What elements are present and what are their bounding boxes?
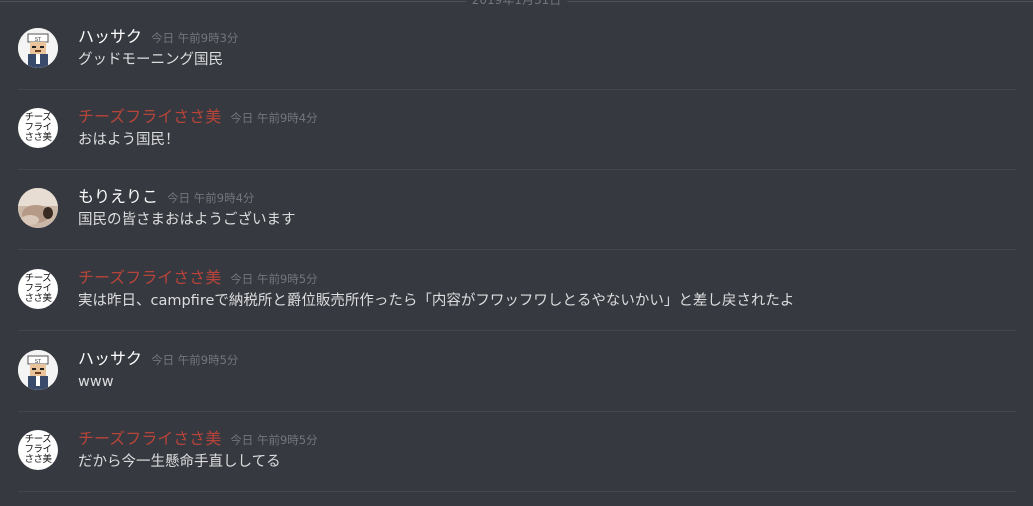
message-item: チーズ フライ ささ美 チーズフライささ美 今日 午前9時5分 だから今一生懸命…: [0, 412, 1016, 492]
text-avatar-icon: チーズ フライ ささ美: [18, 108, 58, 148]
username[interactable]: チーズフライささ美: [78, 429, 221, 448]
character-avatar-icon: ST: [18, 28, 58, 68]
message-item: チーズ フライ ささ美 チーズフライささ美 今日 午前9時4分 おはよう国民！: [0, 90, 1016, 170]
timestamp: 今日 午前9時3分: [151, 31, 239, 45]
message-separator: [18, 491, 1016, 492]
avatar[interactable]: チーズ フライ ささ美: [18, 430, 58, 470]
avatar[interactable]: ST: [18, 28, 58, 68]
timestamp: 今日 午前9時5分: [230, 433, 318, 447]
timestamp: 今日 午前9時5分: [151, 353, 239, 367]
username[interactable]: ハッサク: [78, 27, 142, 46]
message-content: だから今一生懸命手直ししてる: [78, 454, 281, 470]
character-avatar-icon: ST: [18, 350, 58, 390]
message-content: 国民の皆さまおはようございます: [78, 212, 296, 228]
message-item: ST ハッサク 今日 午前9時3分 グッドモーニング国民: [0, 10, 1016, 90]
message-content: グッドモーニング国民: [78, 52, 223, 68]
avatar-line: ささ美: [24, 454, 52, 465]
message-header: ハッサク 今日 午前9時3分: [78, 26, 238, 48]
date-divider: 2019年1月31日: [0, 0, 1033, 8]
message-header: チーズフライささ美 今日 午前9時5分: [78, 428, 318, 450]
text-avatar-icon: チーズ フライ ささ美: [18, 430, 58, 470]
avatar[interactable]: チーズ フライ ささ美: [18, 269, 58, 309]
divider-date: 2019年1月31日: [465, 0, 568, 8]
message-content: www: [78, 374, 114, 390]
message-header: チーズフライささ美 今日 午前9時4分: [78, 106, 318, 128]
message-item: チーズ フライ ささ美 チーズフライささ美 今日 午前9時5分 実は昨日、cam…: [0, 251, 1016, 331]
message-header: チーズフライささ美 今日 午前9時5分: [78, 267, 318, 289]
message-separator: [18, 249, 1016, 250]
message-item: ST ハッサク 今日 午前9時5分 www: [0, 332, 1016, 412]
username[interactable]: チーズフライささ美: [78, 107, 221, 126]
avatar[interactable]: ST: [18, 350, 58, 390]
message-item: もりえりこ 今日 午前9時4分 国民の皆さまおはようございます: [0, 170, 1016, 250]
message-header: もりえりこ 今日 午前9時4分: [78, 186, 254, 208]
message-content: おはよう国民！: [78, 132, 180, 148]
message-content: 実は昨日、campfireで納税所と爵位販売所作ったら「内容がフワッフワしとるや…: [78, 293, 795, 309]
timestamp: 今日 午前9時4分: [230, 111, 318, 125]
avatar-line: ささ美: [24, 293, 52, 304]
photo-avatar-icon: [18, 188, 58, 228]
avatar[interactable]: チーズ フライ ささ美: [18, 108, 58, 148]
username[interactable]: ハッサク: [78, 349, 142, 368]
avatar-line: ささ美: [24, 132, 52, 143]
text-avatar-icon: チーズ フライ ささ美: [18, 269, 58, 309]
timestamp: 今日 午前9時5分: [230, 272, 318, 286]
username[interactable]: もりえりこ: [78, 187, 158, 206]
timestamp: 今日 午前9時4分: [167, 191, 255, 205]
message-separator: [18, 330, 1016, 331]
message-header: ハッサク 今日 午前9時5分: [78, 348, 238, 370]
avatar[interactable]: [18, 188, 58, 228]
username[interactable]: チーズフライささ美: [78, 268, 221, 287]
